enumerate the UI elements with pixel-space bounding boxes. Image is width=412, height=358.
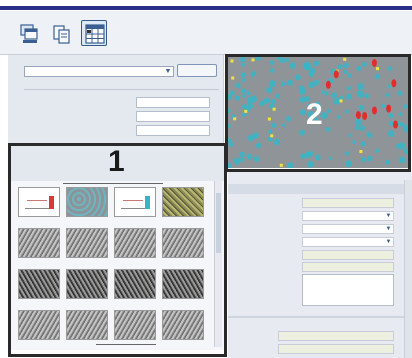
- title-bar: [0, 0, 412, 11]
- divider: [228, 316, 412, 318]
- layout-view-1-button[interactable]: [16, 20, 42, 46]
- input-field-2[interactable]: [136, 111, 210, 122]
- property-field-1[interactable]: [302, 198, 394, 208]
- properties-scrollbar[interactable]: [404, 180, 412, 358]
- chevron-down-icon: ▼: [164, 68, 172, 75]
- layout-view-2-button[interactable]: [48, 20, 74, 46]
- image-callout-number: 2: [306, 98, 323, 131]
- property-field-2[interactable]: [302, 250, 394, 260]
- window-stack-icon: [20, 24, 38, 43]
- selector-dropdown[interactable]: ▼: [24, 66, 174, 77]
- property-dropdown-1[interactable]: ▼: [302, 211, 394, 221]
- apply-button[interactable]: [177, 64, 217, 77]
- property-dropdown-3[interactable]: ▼: [302, 237, 394, 247]
- notes-textarea[interactable]: [302, 274, 394, 306]
- property-field-3[interactable]: [302, 262, 394, 272]
- document-copy-icon: [53, 25, 70, 44]
- chevron-down-icon: ▼: [385, 226, 392, 232]
- input-field-1[interactable]: [136, 97, 210, 108]
- title-stripe: [0, 6, 412, 10]
- grid-table-icon: [85, 24, 105, 44]
- property-dropdown-2[interactable]: ▼: [302, 224, 394, 234]
- gallery-callout-number: 1: [108, 145, 125, 178]
- toolbar: [0, 11, 412, 55]
- chevron-down-icon: ▼: [385, 213, 392, 219]
- layout-view-3-button[interactable]: [81, 20, 107, 46]
- properties-header: [228, 184, 412, 194]
- property-field-4[interactable]: [278, 331, 394, 341]
- input-field-3[interactable]: [136, 125, 210, 136]
- chevron-down-icon: ▼: [385, 239, 392, 245]
- property-field-5[interactable]: [278, 344, 394, 354]
- divider: [24, 89, 219, 90]
